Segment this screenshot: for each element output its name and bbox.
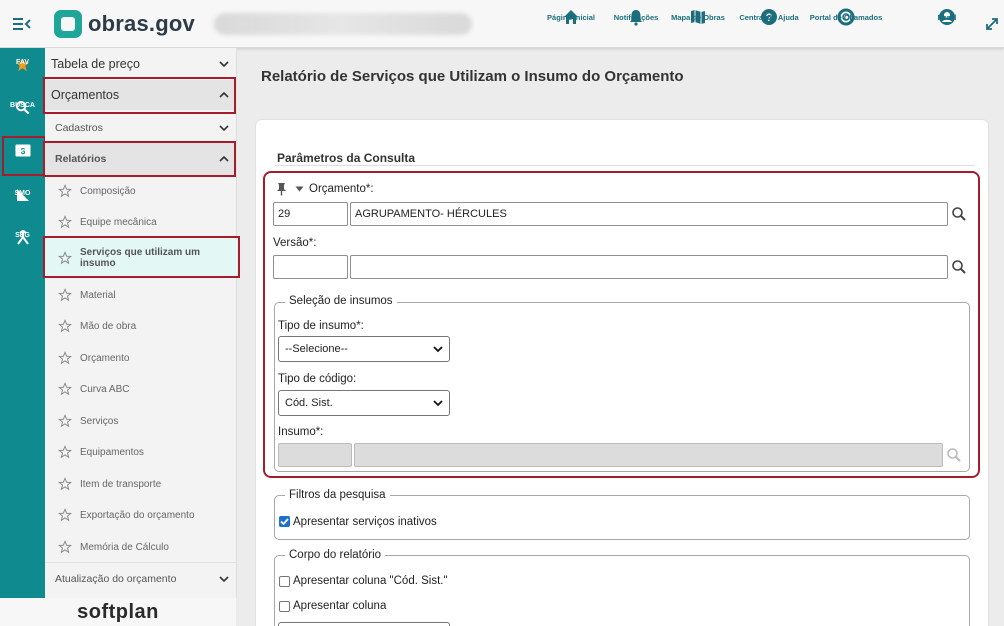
chevron-down-icon	[219, 61, 229, 68]
page-title: Relatório de Serviços que Utilizam o Ins…	[261, 68, 684, 85]
rail-fav-label: FAV	[15, 59, 30, 66]
star-outline-icon	[58, 351, 72, 365]
top-header: obras.gov Página inicial Notificações Ma…	[0, 0, 1004, 48]
sidebar-item-tabela[interactable]: Tabela de preço	[45, 54, 237, 74]
sidebar-leaf-label: Serviços	[80, 415, 119, 427]
sidebar-leaf-label: Material	[80, 289, 116, 301]
sidebar-leaf-mao-obra[interactable]: Mão de obra	[45, 316, 237, 336]
inativos-label: Apresentar serviços inativos	[293, 516, 437, 528]
module-rail: FAV BUSCA $ SCO SMO SEG	[0, 48, 45, 598]
sidebar-leaf-material[interactable]: Material	[45, 285, 237, 305]
sidebar-leaf-label: Orçamento	[80, 352, 130, 364]
check-icon	[280, 518, 289, 526]
star-outline-icon	[58, 508, 72, 522]
parameters-highlight	[263, 171, 980, 478]
filtros-legend: Filtros da pesquisa	[285, 489, 390, 501]
section-divider	[275, 165, 975, 166]
sidebar-leaf-exportacao[interactable]: Exportação do orçamento	[45, 505, 237, 525]
corpo-fieldset	[274, 555, 970, 626]
rail-busca[interactable]: BUSCA	[0, 100, 45, 115]
orcamentos-highlight	[43, 77, 236, 114]
sidebar-leaf-equipe[interactable]: Equipe mecânica	[45, 212, 237, 232]
corpo-legend: Corpo do relatório	[285, 549, 386, 561]
nav-help-label: Central de Ajuda	[739, 13, 799, 22]
nav-tickets-label: Portal de Chamados	[809, 13, 883, 22]
rail-seg[interactable]: SEG	[0, 230, 45, 245]
sidebar-item-label: Atualização do orçamento	[55, 572, 177, 585]
sidebar-leaf-orcamento[interactable]: Orçamento	[45, 348, 237, 368]
sidebar-item-cadastros[interactable]: Cadastros	[45, 118, 237, 138]
rail-smo-label: SMO	[14, 190, 31, 197]
nav-help[interactable]: ? Central de Ajuda	[739, 8, 799, 26]
sidebar-item-label: Tabela de preço	[51, 57, 140, 71]
star-outline-icon	[58, 445, 72, 459]
servicos-insumo-highlight	[43, 236, 240, 278]
nav-map[interactable]: Mapa de Obras	[671, 8, 725, 26]
sidebar-leaf-curva-abc[interactable]: Curva ABC	[45, 379, 237, 399]
nav-profile[interactable]: Perfil	[938, 8, 956, 26]
rail-busca-label: BUSCA	[10, 102, 35, 109]
star-outline-icon	[58, 382, 72, 396]
sidebar-leaf-label: Equipamentos	[80, 446, 144, 458]
inativos-checkbox[interactable]	[279, 516, 290, 527]
brand-logo[interactable]: obras.gov	[54, 9, 195, 39]
corpo-select-partial[interactable]	[278, 622, 450, 626]
chevron-down-icon	[219, 125, 229, 132]
sidebar-item-atualizacao[interactable]: Atualização do orçamento	[45, 562, 237, 594]
sidebar-leaf-memoria[interactable]: Memória de Cálculo	[45, 537, 237, 557]
star-outline-icon	[58, 215, 72, 229]
col-label: Apresentar coluna	[293, 600, 387, 612]
sidebar-leaf-label: Exportação do orçamento	[80, 509, 195, 521]
star-outline-icon	[58, 414, 72, 428]
sidebar-leaf-transporte[interactable]: Item de transporte	[45, 474, 237, 494]
sidebar-leaf-label: Curva ABC	[80, 383, 130, 395]
nav-profile-label: Perfil	[937, 13, 957, 22]
relatorios-highlight	[43, 141, 236, 177]
sidebar-item-label: Cadastros	[55, 122, 103, 134]
chevron-down-icon	[219, 575, 229, 582]
star-outline-icon	[58, 319, 72, 333]
nav-tickets[interactable]: Portal de Chamados	[810, 8, 882, 26]
star-outline-icon	[58, 184, 72, 198]
sidebar-leaf-equipamentos[interactable]: Equipamentos	[45, 442, 237, 462]
nav-home-label: Página inicial	[547, 13, 595, 22]
nav-notifications-label: Notificações	[613, 13, 659, 22]
rail-fav[interactable]: FAV	[0, 57, 45, 72]
expand-icon[interactable]	[985, 17, 999, 31]
logo-icon	[54, 10, 82, 38]
nav-notifications[interactable]: Notificações	[614, 8, 658, 26]
environment-label-blurred	[214, 13, 472, 35]
sco-highlight	[2, 136, 46, 176]
col-cod-checkbox[interactable]	[279, 576, 290, 587]
section-title: Parâmetros da Consulta	[277, 151, 416, 165]
star-outline-icon	[58, 540, 72, 554]
sidebar-leaf-label: Composição	[80, 185, 136, 197]
col-checkbox[interactable]	[279, 601, 290, 612]
star-outline-icon	[58, 288, 72, 302]
sidebar-leaf-servicos[interactable]: Serviços	[45, 411, 237, 431]
sidebar: Tabela de preço Orçamentos Cadastros Rel…	[45, 48, 237, 598]
nav-map-label: Mapa de Obras	[671, 13, 725, 22]
sidebar-leaf-label: Item de transporte	[80, 478, 162, 490]
nav-home[interactable]: Página inicial	[547, 8, 595, 26]
star-outline-icon	[58, 477, 72, 491]
col-cod-label: Apresentar coluna "Cód. Sist."	[293, 575, 448, 587]
sidebar-leaf-label: Mão de obra	[80, 320, 137, 332]
rail-seg-label: SEG	[15, 232, 30, 239]
softplan-logo: softplan	[0, 598, 236, 626]
rail-smo[interactable]: SMO	[0, 188, 45, 202]
brand-name: obras.gov	[88, 11, 195, 36]
sidebar-leaf-label: Memória de Cálculo	[80, 541, 169, 553]
sidebar-leaf-composicao[interactable]: Composição	[45, 181, 237, 201]
menu-toggle-icon[interactable]	[12, 15, 32, 33]
sidebar-leaf-label: Equipe mecânica	[80, 216, 157, 228]
